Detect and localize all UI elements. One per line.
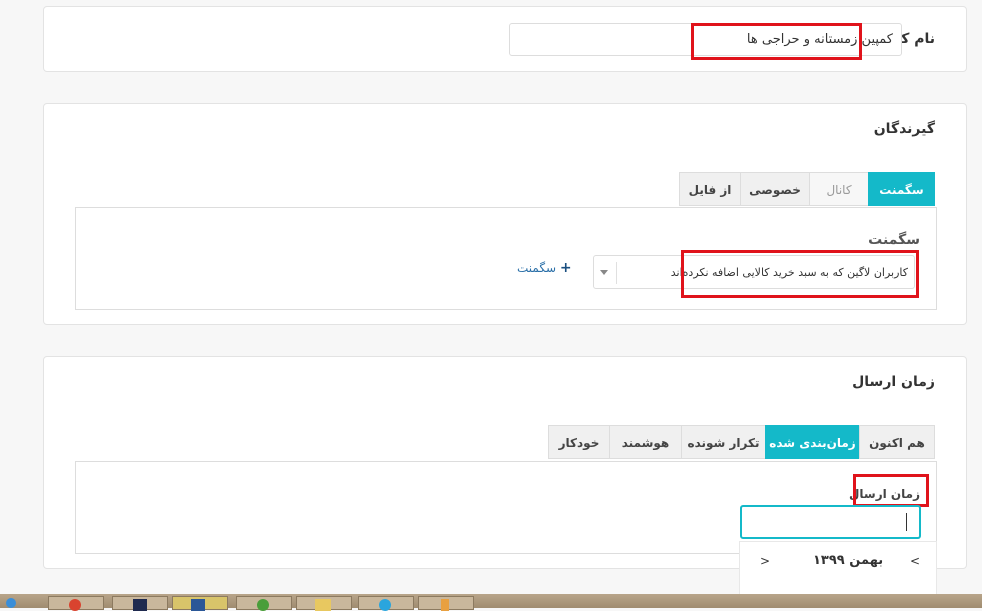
datepicker-next-button[interactable]: > <box>760 554 770 568</box>
chrome-icon <box>69 599 81 611</box>
segment-label: سگمنت <box>868 232 920 248</box>
plus-icon: + <box>559 260 572 276</box>
highlight-box <box>691 23 862 60</box>
tab-automatic[interactable]: خودکار <box>548 425 610 459</box>
recipients-title: گیرندگان <box>873 121 935 137</box>
chevron-down-icon[interactable] <box>600 270 608 275</box>
skype-icon <box>379 599 391 611</box>
tab-recurring[interactable]: تکرار شونده <box>681 425 766 459</box>
campaign-name-card: نام کمپین کمپین زمستانه و حراجی ها <box>43 6 967 72</box>
add-segment-link[interactable]: + سگمنت <box>517 260 572 276</box>
tab-scheduled[interactable]: زمان‌بندی شده <box>765 425 860 459</box>
highlight-box <box>681 250 919 298</box>
segment-panel: سگمنت کاربران لاگین که به سبد خرید کالای… <box>75 207 937 310</box>
send-time-input[interactable] <box>740 505 921 539</box>
ie-icon[interactable] <box>6 598 16 608</box>
word-icon <box>191 599 205 611</box>
send-time-card: زمان ارسال هم اکنون زمان‌بندی شده تکرار … <box>43 356 967 569</box>
tab-segment[interactable]: سگمنت <box>868 172 935 206</box>
datepicker-popup: > بهمن ۱۳۹۹ < <box>739 541 937 601</box>
send-time-title: زمان ارسال <box>852 374 935 390</box>
media-icon <box>257 599 269 611</box>
tab-from-file[interactable]: از فایل <box>679 172 741 206</box>
folder-icon <box>315 599 331 611</box>
highlight-box <box>853 474 929 507</box>
text-cursor <box>906 513 907 531</box>
datepicker-month: بهمن ۱۳۹۹ <box>813 553 884 568</box>
datepicker-prev-button[interactable]: < <box>910 554 920 568</box>
taskbar <box>0 594 982 611</box>
recipients-tabs: سگمنت کانال خصوصی از فایل <box>679 172 935 206</box>
add-segment-label: سگمنت <box>517 261 557 275</box>
tab-smart[interactable]: هوشمند <box>609 425 682 459</box>
premiere-icon <box>133 599 147 611</box>
tab-private[interactable]: خصوصی <box>740 172 810 206</box>
recipients-card: گیرندگان سگمنت کانال خصوصی از فایل سگمنت… <box>43 103 967 325</box>
select-divider <box>616 262 617 284</box>
send-time-tabs: هم اکنون زمان‌بندی شده تکرار شونده هوشمن… <box>548 425 935 459</box>
tab-now[interactable]: هم اکنون <box>859 425 935 459</box>
paint-icon <box>441 599 449 611</box>
tab-channel[interactable]: کانال <box>809 172 869 206</box>
